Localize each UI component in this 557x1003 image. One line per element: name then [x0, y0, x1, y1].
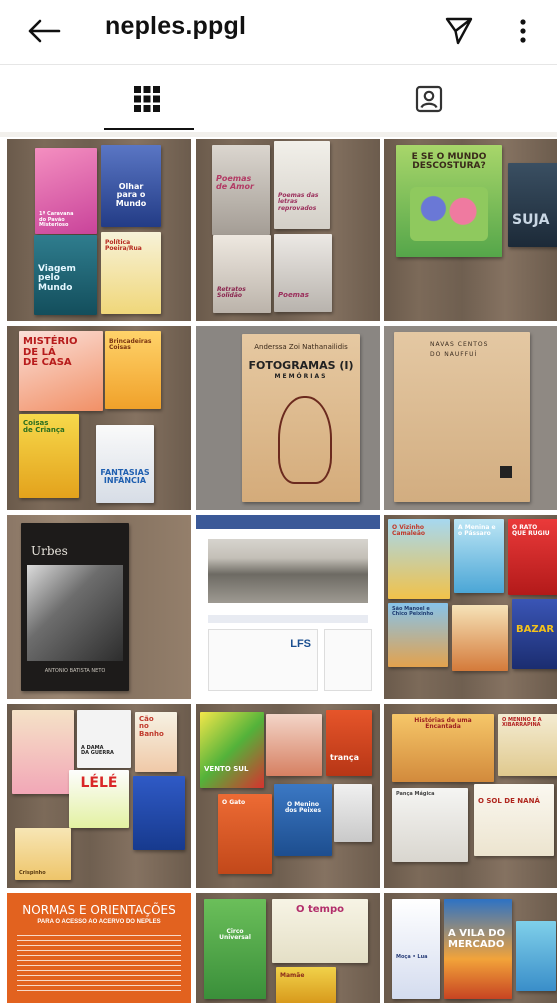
book-cover: A Menina e o Pássaro: [454, 519, 504, 593]
post-preview: LFS: [208, 629, 318, 691]
book-cover: NAVAS CENTOS DO NAUFFUÍ: [394, 332, 530, 502]
post-9[interactable]: O Vizinho Camaleão A Menina e o Pássaro …: [384, 515, 557, 699]
post-6[interactable]: NAVAS CENTOS DO NAUFFUÍ: [384, 326, 557, 510]
direct-message-button[interactable]: [440, 12, 478, 50]
book-cover: FANTASIAS INFÂNCIA: [96, 425, 154, 503]
post-5[interactable]: Anderssa Zoi Nathanailidis FOTOGRAMAS (I…: [196, 326, 380, 510]
book-cover: O SOL DE NANÁ: [474, 784, 554, 856]
book-cover: Cão no Banho: [135, 712, 177, 772]
book-cover: MISTÉRIO DE LÁ DE CASA: [19, 331, 103, 411]
book-cover: [452, 605, 508, 671]
cover-illustration: [278, 396, 332, 484]
tab-posts-grid[interactable]: [8, 65, 286, 133]
active-tab-indicator: [104, 128, 194, 130]
book-cover: Poemas das letras reprovados: [274, 141, 330, 229]
book-cover: O Gato: [218, 794, 272, 874]
arrow-left-icon: [28, 19, 61, 43]
book-cover: A DAMA DA GUERRA: [77, 710, 131, 768]
post-1[interactable]: 1ª Caravana do Pavão Misterioso Olhar pa…: [7, 139, 191, 321]
grid-icon: [134, 86, 160, 112]
book-cover: Moça • Lua: [392, 899, 440, 999]
book-cover: [12, 710, 74, 794]
cover-photo: [27, 565, 123, 661]
book-cover: [266, 714, 322, 776]
book-cover: O RATO QUE RUGIU: [508, 519, 557, 595]
profile-username: neples.ppgl: [105, 12, 247, 40]
book-illustration: [410, 187, 488, 241]
book-cover: Política Poeira/Rua: [101, 232, 161, 314]
post-13[interactable]: NORMAS E ORIENTAÇÕES PARA O ACESSO AO AC…: [7, 893, 191, 1003]
profile-tabs: [0, 64, 557, 132]
paper-plane-icon: [445, 17, 473, 45]
facebook-topbar: [196, 515, 380, 529]
book-cover: O tempo: [272, 899, 368, 963]
more-vertical-icon: [520, 19, 526, 43]
book-cover: [334, 784, 372, 842]
book-cover: O Menino dos Peixes: [274, 784, 332, 856]
post-10[interactable]: A DAMA DA GUERRA Cão no Banho LÉLÉ Crisp…: [7, 704, 191, 888]
tagged-person-icon: [415, 85, 443, 113]
post-14[interactable]: Circo Universal O tempo Mamãe: [196, 893, 380, 1003]
more-options-button[interactable]: [508, 12, 538, 50]
book-cover: Pança Mágica: [392, 788, 468, 862]
back-button[interactable]: [24, 14, 64, 48]
tab-tagged[interactable]: [290, 65, 557, 133]
book-cover: Poemas de Amor: [212, 145, 270, 235]
book-cover: Retratos Solidão: [213, 235, 271, 313]
sidebar-preview: [324, 629, 372, 691]
post-11[interactable]: VENTO SUL trança O Gato O Menino dos Pei…: [196, 704, 380, 888]
book-cover: Olhar para o Mundo: [101, 145, 161, 227]
lfs-logo: LFS: [290, 638, 311, 650]
book-cover: [516, 921, 556, 991]
book-cover: E SE O MUNDO DESCOSTURA?: [396, 145, 502, 257]
book-cover: Brincadeiras Coisas: [105, 331, 161, 409]
post-7[interactable]: Urbes ANTONIO BATISTA NETO: [7, 515, 191, 699]
book-cover: São Manoel e Chico Peixinho: [388, 603, 448, 667]
cover-photo: [208, 539, 368, 603]
book-cover: Mamãe: [276, 967, 336, 1003]
book-cover: trança: [326, 710, 372, 776]
book-cover: [133, 776, 185, 850]
post-3[interactable]: E SE O MUNDO DESCOSTURA? SUJA: [384, 139, 557, 321]
book-cover: Poemas: [274, 234, 332, 312]
book-cover: 1ª Caravana do Pavão Misterioso: [35, 148, 97, 234]
book-cover: Crispinho: [15, 828, 71, 880]
book-cover: A VILA DO MERCADO: [444, 899, 512, 999]
book-cover: Viagem pelo Mundo: [34, 235, 97, 315]
post-15[interactable]: Moça • Lua A VILA DO MERCADO: [384, 893, 557, 1003]
book-cover: SUJA: [508, 163, 557, 247]
text-lines: [17, 935, 181, 995]
page-toolbar: [208, 615, 368, 623]
book-cover: Histórias de uma Encantada: [392, 714, 494, 782]
book-cover: Urbes ANTONIO BATISTA NETO: [21, 523, 129, 691]
book-cover: O Vizinho Camaleão: [388, 519, 450, 599]
book-cover: O MENINO E A XIBARRAPINA: [498, 714, 557, 776]
book-cover: BAZAR: [512, 599, 557, 669]
post-8[interactable]: LFS: [196, 515, 380, 699]
post-12[interactable]: Histórias de uma Encantada O MENINO E A …: [384, 704, 557, 888]
book-cover: VENTO SUL: [200, 712, 264, 788]
book-cover: Coisas de Criança: [19, 414, 79, 498]
previous-row-edge: [0, 132, 557, 137]
post-2[interactable]: Poemas de Amor Poemas das letras reprova…: [196, 139, 380, 321]
post-4[interactable]: MISTÉRIO DE LÁ DE CASA Brincadeiras Cois…: [7, 326, 191, 510]
publisher-logo: [500, 466, 512, 478]
book-cover: Anderssa Zoi Nathanailidis FOTOGRAMAS (I…: [242, 334, 360, 502]
posts-grid: 1ª Caravana do Pavão Misterioso Olhar pa…: [0, 132, 557, 1003]
book-cover: Circo Universal: [204, 899, 266, 999]
profile-header: neples.ppgl: [0, 0, 557, 62]
book-cover: LÉLÉ: [69, 770, 129, 828]
